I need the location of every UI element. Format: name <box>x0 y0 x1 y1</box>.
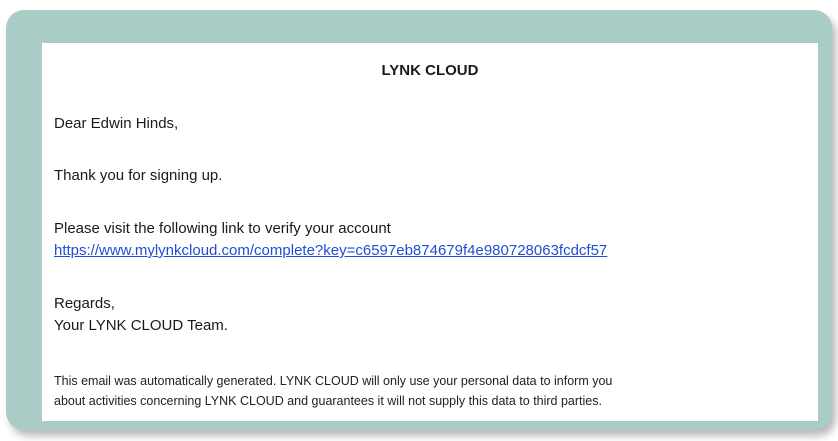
thanks-text: Thank you for signing up. <box>54 167 223 184</box>
verify-account-link[interactable]: https://www.mylynkcloud.com/complete?key… <box>54 242 607 259</box>
email-body: LYNK CLOUD Dear Edwin Hinds, Thank you f… <box>42 43 818 421</box>
footer-disclaimer: This email was automatically generated. … <box>54 371 814 411</box>
signature-text: Your LYNK CLOUD Team. <box>54 317 228 334</box>
footer-line-1: This email was automatically generated. … <box>54 374 613 388</box>
footer-line-2: about activities concerning LYNK CLOUD a… <box>54 394 602 408</box>
greeting-text: Dear Edwin Hinds, <box>54 115 179 132</box>
email-frame: LYNK CLOUD Dear Edwin Hinds, Thank you f… <box>6 10 832 430</box>
regards-text: Regards, <box>54 295 115 312</box>
verify-instruction-text: Please visit the following link to verif… <box>54 220 391 237</box>
email-title: LYNK CLOUD <box>381 62 479 79</box>
